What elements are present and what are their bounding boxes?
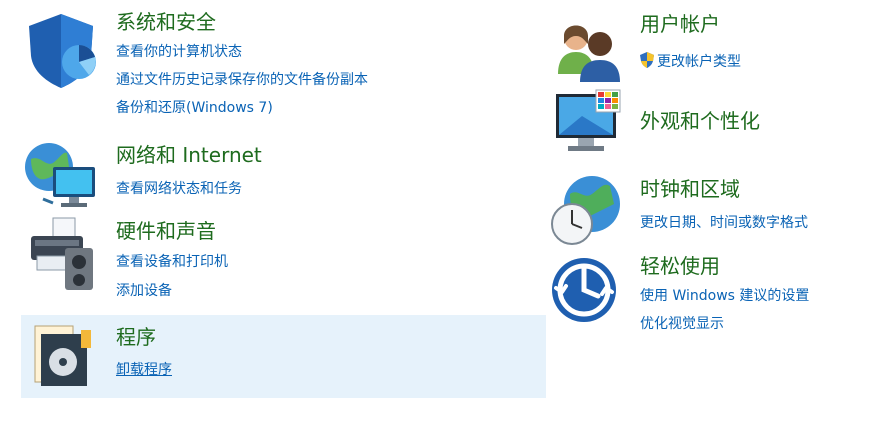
ease-of-access-title[interactable]: 轻松使用 [640,254,720,278]
view-computer-status-link[interactable]: 查看你的计算机状态 [116,43,242,61]
user-accounts-title[interactable]: 用户帐户 [640,12,720,36]
printer-speaker-icon[interactable] [23,212,103,292]
uac-shield-icon [640,52,654,68]
devices-printers-link[interactable]: 查看设备和打印机 [116,253,228,271]
hardware-sound-title[interactable]: 硬件和声音 [116,219,216,243]
clock-region-title[interactable]: 时钟和区域 [640,177,740,201]
change-account-type-link[interactable]: 更改帐户类型 [640,52,741,71]
change-date-time-format-link[interactable]: 更改日期、时间或数字格式 [640,214,808,232]
user-accounts-icon[interactable] [548,12,628,92]
network-icon[interactable] [23,137,103,217]
appearance-personalization-title[interactable]: 外观和个性化 [640,109,760,133]
uninstall-program-link[interactable]: 卸载程序 [116,361,172,379]
backup-restore-win7-link[interactable]: 备份和还原(Windows 7) [116,99,273,117]
view-network-status-link[interactable]: 查看网络状态和任务 [116,180,242,198]
windows-recommended-settings-link[interactable]: 使用 Windows 建议的设置 [640,287,809,305]
optimize-visual-display-link[interactable]: 优化视觉显示 [640,315,724,333]
change-account-type-label: 更改帐户类型 [657,54,741,70]
programs-title[interactable]: 程序 [116,325,156,349]
network-internet-title[interactable]: 网络和 Internet [116,143,262,167]
add-device-link[interactable]: 添加设备 [116,282,172,300]
appearance-icon[interactable] [548,86,628,166]
file-history-backup-link[interactable]: 通过文件历史记录保存你的文件备份副本 [116,71,368,89]
shield-icon[interactable] [23,10,103,90]
ease-of-access-icon[interactable] [548,252,628,332]
programs-icon[interactable] [23,316,103,396]
system-security-title[interactable]: 系统和安全 [116,10,216,34]
clock-region-icon[interactable] [548,170,628,250]
